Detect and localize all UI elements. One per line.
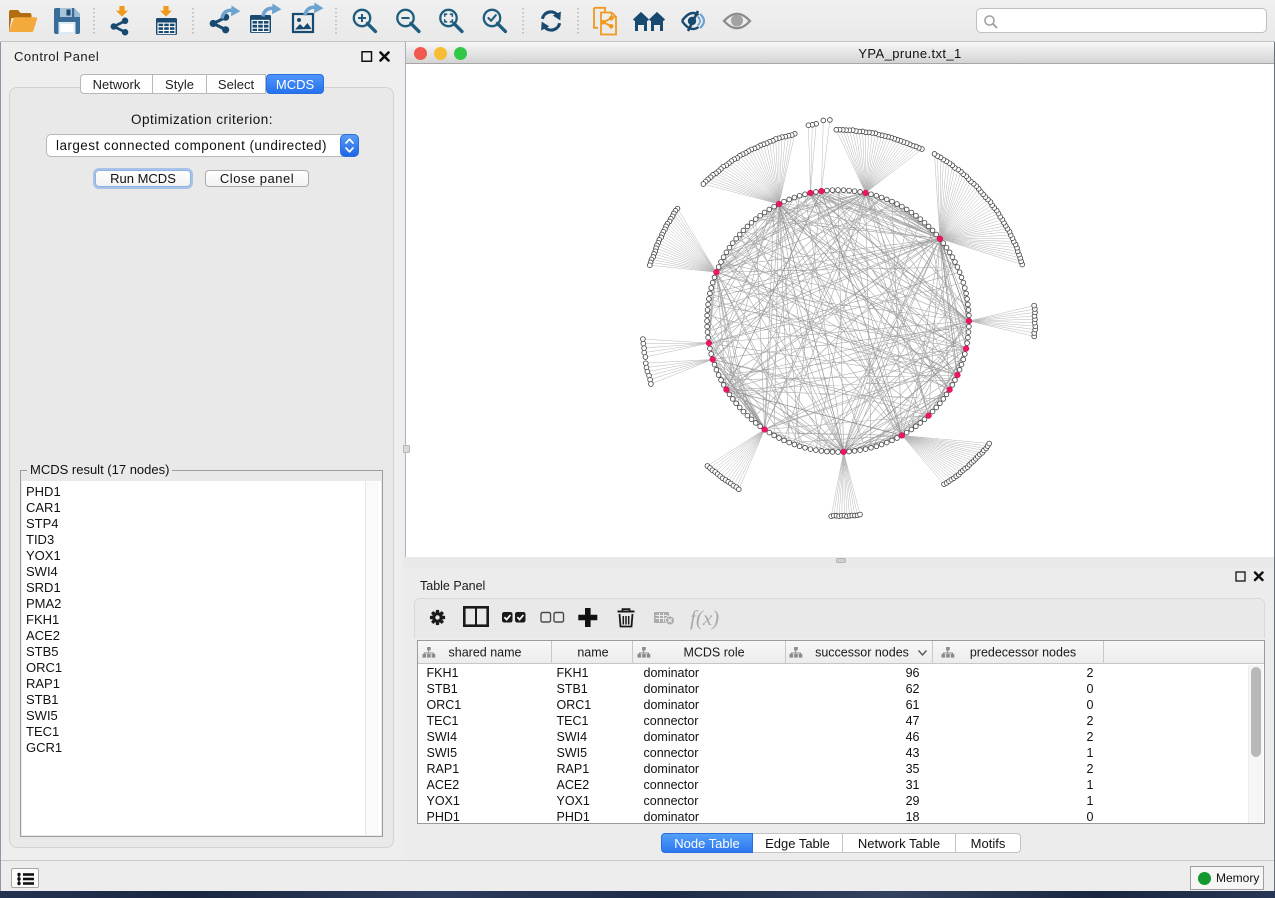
- svg-text:MCDS role: MCDS role: [683, 646, 744, 660]
- svg-text:name: name: [577, 646, 608, 660]
- svg-text:successor nodes: successor nodes: [815, 646, 909, 660]
- svg-text:predecessor nodes: predecessor nodes: [969, 646, 1075, 660]
- svg-text:shared name: shared name: [448, 646, 521, 660]
- svg-text:f(x): f(x): [690, 606, 719, 630]
